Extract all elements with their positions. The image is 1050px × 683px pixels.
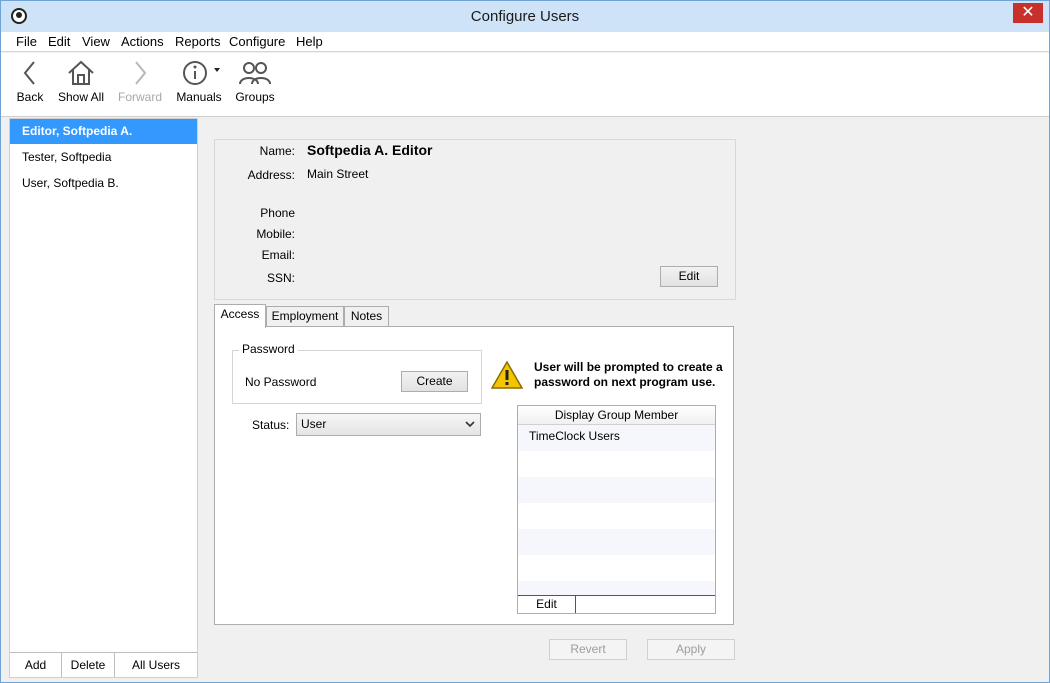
tab-employment[interactable]: Employment [266,306,344,327]
info-icon [183,61,220,85]
user-item[interactable]: Tester, Softpedia [10,145,197,170]
chevron-down-icon [465,421,475,428]
forward-arrow-icon [135,61,147,85]
user-item[interactable]: User, Softpedia B. [10,171,197,196]
warning-message: User will be prompted to create a passwo… [534,360,723,389]
dropdown-arrow-icon [214,68,220,72]
show-all-label: Show All [57,90,105,104]
manuals-button[interactable]: Manuals [173,59,225,113]
user-details-panel: Name: Softpedia A. Editor Address: Main … [214,139,736,300]
list-item-empty [518,581,715,596]
revert-button[interactable]: Revert [549,639,627,660]
menu-help[interactable]: Help [296,34,323,49]
groups-label: Groups [235,90,275,104]
address-label: Address: [247,168,295,182]
edit-groups-button[interactable]: Edit [518,596,576,613]
add-user-button[interactable]: Add [10,653,62,677]
display-group-header[interactable]: Display Group Member [518,406,715,425]
groups-icon [239,62,271,85]
menu-actions[interactable]: Actions [121,34,164,49]
menu-reports[interactable]: Reports [175,34,221,49]
list-item-empty [518,477,715,503]
show-all-button[interactable]: Show All [54,59,108,113]
list-footer: Edit [518,595,715,613]
home-icon [68,60,94,85]
manuals-label: Manuals [176,90,222,104]
back-arrow-icon [23,61,35,85]
toolbar: Back Show All Forward Manuals Groups [1,53,1049,117]
status-select[interactable]: User [296,413,481,436]
configure-users-window: Configure Users ✕ File Edit View Actions… [0,0,1050,683]
password-status: No Password [245,375,317,389]
email-label: Email: [261,248,295,262]
close-button[interactable]: ✕ [1013,3,1043,23]
back-label: Back [16,90,44,104]
sidebar-footer: Add Delete All Users [10,652,197,677]
list-item-empty [518,503,715,529]
list-item-empty [518,555,715,581]
create-password-button[interactable]: Create [401,371,468,392]
list-item[interactable]: TimeClock Users [518,425,715,451]
apply-button[interactable]: Apply [647,639,735,660]
edit-details-button[interactable]: Edit [660,266,718,287]
password-group: Password No Password Create [232,342,482,404]
groups-button[interactable]: Groups [234,59,276,113]
forward-label: Forward [117,90,162,104]
menu-edit[interactable]: Edit [48,34,70,49]
menu-file[interactable]: File [16,34,37,49]
users-list: Editor, Softpedia A. Tester, Softpedia U… [9,118,198,678]
user-name: Softpedia A. Editor [307,142,433,158]
user-address: Main Street [307,167,369,181]
list-item-empty [518,451,715,477]
user-item[interactable]: Editor, Softpedia A. [10,119,197,144]
menu-view[interactable]: View [82,34,110,49]
menu-configure[interactable]: Configure [229,34,285,49]
menu-bar: File Edit View Actions Reports Configure… [1,32,1049,52]
all-users-button[interactable]: All Users [115,653,197,677]
forward-button[interactable]: Forward [114,59,166,113]
mobile-label: Mobile: [256,227,295,241]
ssn-label: SSN: [266,271,295,285]
tab-access[interactable]: Access [214,304,266,328]
status-label: Status: [252,418,290,432]
tab-notes[interactable]: Notes [344,306,389,327]
back-button[interactable]: Back [11,59,49,113]
warning-icon [491,360,523,389]
password-legend: Password [239,342,298,356]
display-group-list: Display Group Member TimeClock Users Edi… [517,405,716,614]
access-tab-panel: Password No Password Create Status: User… [214,326,734,625]
list-item-empty [518,529,715,555]
name-label: Name: [259,144,295,158]
phone-label: Phone [260,206,295,220]
delete-user-button[interactable]: Delete [62,653,115,677]
title-bar[interactable]: Configure Users ✕ [1,1,1049,32]
window-title: Configure Users [470,8,580,25]
status-value: User [301,417,327,431]
